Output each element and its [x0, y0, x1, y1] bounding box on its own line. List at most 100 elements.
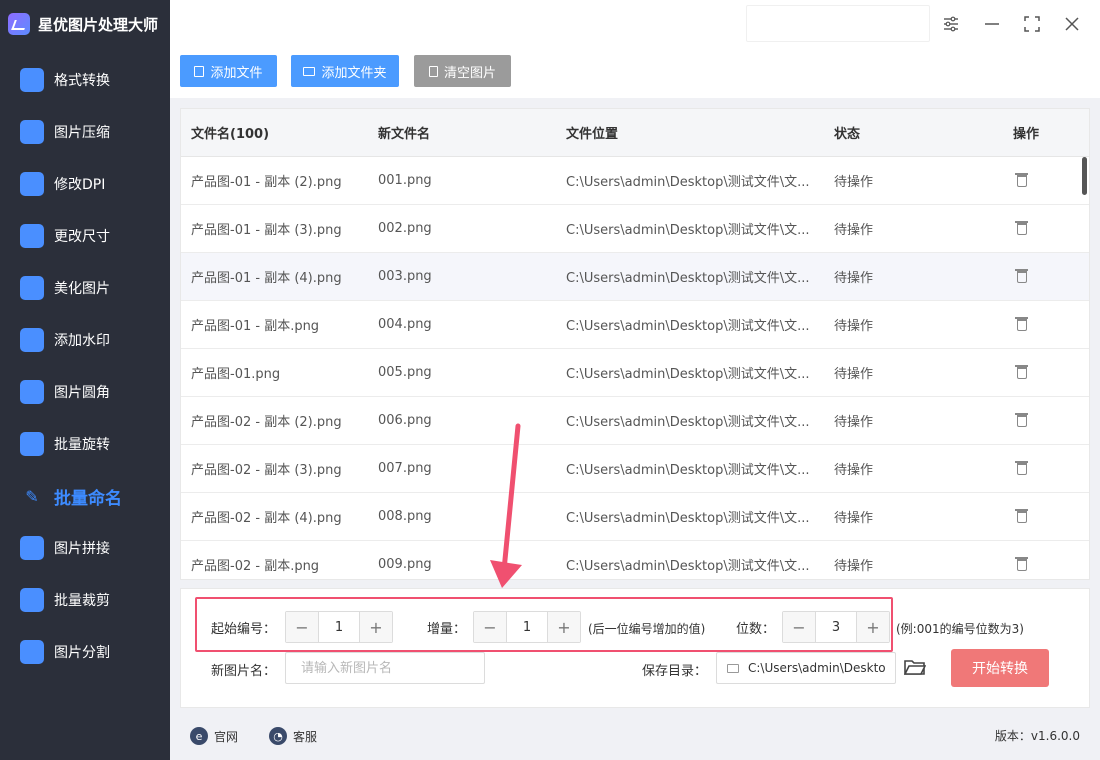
table-row[interactable]: 产品图-01.png 005.png C:\Users\admin\Desktop\…: [181, 349, 1089, 397]
trash-icon: [1015, 461, 1028, 475]
title-search-box[interactable]: [746, 5, 930, 42]
cell-filename: 产品图-01 - 副本 (3).png: [191, 223, 342, 238]
cell-new-filename: 006.png: [378, 413, 432, 428]
add-folder-label: 添加文件夹: [321, 65, 387, 81]
table-scrollbar[interactable]: [1081, 157, 1087, 579]
image-convert-icon: [20, 68, 44, 92]
save-dir-label: 保存目录：: [642, 664, 708, 679]
save-dir-field[interactable]: C:\Users\admin\Deskto: [716, 652, 896, 684]
cell-location: C:\Users\admin\Desktop\测试文件\文...: [566, 367, 810, 382]
trash-icon: [1015, 557, 1028, 571]
sidebar-item-label: 更改尺寸: [54, 229, 110, 245]
add-folder-button[interactable]: 添加文件夹: [291, 55, 399, 87]
table-row[interactable]: 产品图-02 - 副本.png 009.png C:\Users\admin\Des…: [181, 541, 1089, 579]
trash-icon: [1015, 221, 1028, 235]
maximize-icon[interactable]: [1020, 12, 1044, 36]
support-link[interactable]: ◔ 客服: [269, 727, 317, 745]
table-row[interactable]: 产品图-02 - 副本 (2).png 006.png C:\Users\admin…: [181, 397, 1089, 445]
sidebar-item-rename[interactable]: ✎ 批量命名: [0, 470, 170, 522]
table-row[interactable]: 产品图-01 - 副本 (4).png 003.png C:\Users\admin…: [181, 253, 1089, 301]
stitch-icon: [20, 536, 44, 560]
cell-new-filename: 005.png: [378, 365, 432, 380]
header-location: 文件位置: [566, 127, 619, 142]
table-row[interactable]: 产品图-02 - 副本 (3).png 007.png C:\Users\admin…: [181, 445, 1089, 493]
cell-filename: 产品图-01 - 副本 (2).png: [191, 175, 342, 190]
annotation-arrow: [490, 423, 522, 588]
sidebar: 星优图片处理大师 格式转换 图片压缩 修改DPI 更改尺寸 美化图片 添加水印 图片圆角 批量…: [0, 0, 170, 760]
cell-status: 待操作: [834, 271, 874, 286]
delete-row-button[interactable]: [1015, 557, 1028, 571]
sidebar-item-beautify[interactable]: 美化图片: [0, 262, 170, 314]
delete-row-button[interactable]: [1015, 413, 1028, 427]
cell-filename: 产品图-01 - 副本 (4).png: [191, 271, 342, 286]
sidebar-item-resize[interactable]: 更改尺寸: [0, 210, 170, 262]
open-folder-icon[interactable]: [904, 658, 926, 676]
sidebar-nav: 格式转换 图片压缩 修改DPI 更改尺寸 美化图片 添加水印 图片圆角 批量旋转 ✎ 批量命名 图片…: [0, 54, 170, 678]
start-decrement-button[interactable]: −: [286, 612, 318, 642]
delete-row-button[interactable]: [1015, 461, 1028, 475]
sidebar-item-image-convert[interactable]: 格式转换: [0, 54, 170, 106]
settings-icon[interactable]: [939, 12, 963, 36]
sidebar-item-label: 图片压缩: [54, 125, 110, 141]
sidebar-item-stitch[interactable]: 图片拼接: [0, 522, 170, 574]
increment-decrement-button[interactable]: −: [474, 612, 506, 642]
cell-status: 待操作: [834, 319, 874, 334]
cell-location: C:\Users\admin\Desktop\测试文件\文...: [566, 559, 810, 574]
digits-decrement-button[interactable]: −: [783, 612, 815, 642]
digits-increment-button[interactable]: +: [857, 612, 889, 642]
sidebar-item-watermark[interactable]: 添加水印: [0, 314, 170, 366]
cell-location: C:\Users\admin\Desktop\测试文件\文...: [566, 223, 810, 238]
website-link[interactable]: e 官网: [190, 727, 238, 745]
start-increment-button[interactable]: +: [360, 612, 392, 642]
delete-row-button[interactable]: [1015, 317, 1028, 331]
cell-new-filename: 009.png: [378, 557, 432, 572]
sidebar-item-round-corner[interactable]: 图片圆角: [0, 366, 170, 418]
increment-hint: (后一位编号增加的值): [588, 622, 706, 636]
cell-status: 待操作: [834, 511, 874, 526]
sidebar-item-image-compress[interactable]: 图片压缩: [0, 106, 170, 158]
new-name-input[interactable]: [285, 652, 485, 684]
increment-value[interactable]: 1: [506, 612, 548, 642]
start-convert-button[interactable]: 开始转换: [951, 649, 1049, 687]
header-new-filename: 新文件名: [378, 127, 431, 142]
header-filename: 文件名(100): [191, 127, 270, 142]
start-number-label: 起始编号：: [211, 622, 277, 637]
table-row[interactable]: 产品图-02 - 副本 (4).png 008.png C:\Users\admin…: [181, 493, 1089, 541]
sidebar-item-crop[interactable]: 批量裁剪: [0, 574, 170, 626]
increment-stepper[interactable]: − 1 +: [473, 611, 581, 643]
sidebar-item-dpi[interactable]: 修改DPI: [0, 158, 170, 210]
add-file-button[interactable]: 添加文件: [180, 55, 277, 87]
table-row[interactable]: 产品图-01 - 副本 (3).png 002.png C:\Users\admin…: [181, 205, 1089, 253]
start-number-value[interactable]: 1: [318, 612, 360, 642]
support-icon: ◔: [269, 727, 287, 745]
toolbar: 添加文件 添加文件夹 清空图片: [170, 48, 1100, 98]
website-icon: e: [190, 727, 208, 745]
clear-images-button[interactable]: 清空图片: [414, 55, 511, 87]
dpi-icon: [20, 172, 44, 196]
delete-row-button[interactable]: [1015, 509, 1028, 523]
minimize-icon[interactable]: [980, 12, 1004, 36]
delete-row-button[interactable]: [1015, 365, 1028, 379]
start-number-stepper[interactable]: − 1 +: [285, 611, 393, 643]
delete-row-button[interactable]: [1015, 173, 1028, 187]
delete-row-button[interactable]: [1015, 221, 1028, 235]
app-logo-icon: [8, 13, 30, 35]
app-window: 星优图片处理大师 格式转换 图片压缩 修改DPI 更改尺寸 美化图片 添加水印 图片圆角 批量…: [0, 0, 1100, 760]
cell-location: C:\Users\admin\Desktop\测试文件\文...: [566, 511, 810, 526]
sidebar-item-split[interactable]: 图片分割: [0, 626, 170, 678]
table-row[interactable]: 产品图-01 - 副本.png 004.png C:\Users\admin\Des…: [181, 301, 1089, 349]
cell-new-filename: 001.png: [378, 173, 432, 188]
close-icon[interactable]: [1060, 12, 1084, 36]
delete-row-button[interactable]: [1015, 269, 1028, 283]
scroll-thumb[interactable]: [1082, 157, 1087, 195]
digits-stepper[interactable]: − 3 +: [782, 611, 890, 643]
image-compress-icon: [20, 120, 44, 144]
digits-value[interactable]: 3: [815, 612, 857, 642]
brand: 星优图片处理大师: [0, 0, 170, 48]
table-row[interactable]: 产品图-01 - 副本 (2).png 001.png C:\Users\admin…: [181, 157, 1089, 205]
cell-location: C:\Users\admin\Desktop\测试文件\文...: [566, 415, 810, 430]
increment-increment-button[interactable]: +: [548, 612, 580, 642]
trash-icon: [1015, 317, 1028, 331]
sidebar-item-rotate[interactable]: 批量旋转: [0, 418, 170, 470]
rotate-icon: [20, 432, 44, 456]
